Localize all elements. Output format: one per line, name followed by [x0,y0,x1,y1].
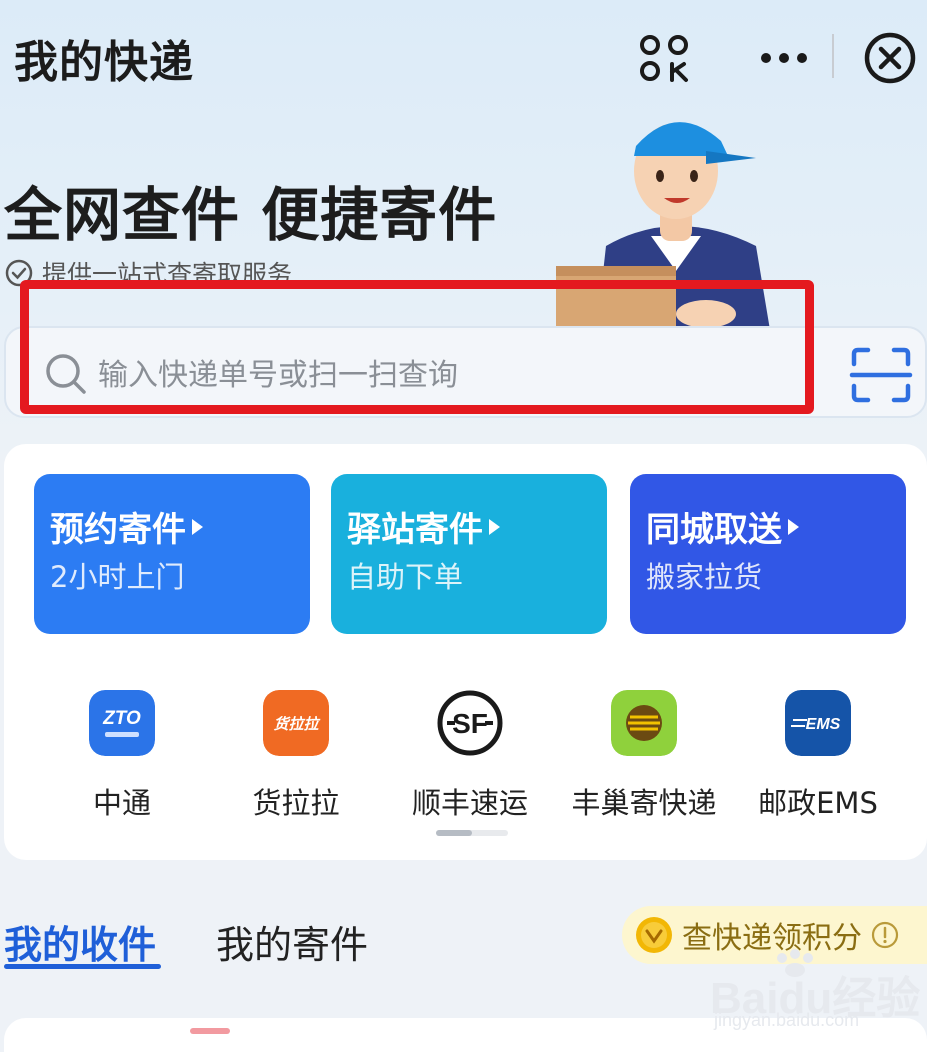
service-tile-same-city[interactable]: 同城取送 搬家拉货 [630,474,906,634]
service-title-text: 驿站寄件 [347,510,483,550]
more-dot [797,53,807,63]
tab-active-underline [4,964,161,969]
carrier-name: 顺丰速运 [411,786,528,820]
service-title: 驿站寄件 [347,502,500,551]
hero-subline-text: 提供一站式查寄取服务 [42,260,293,289]
caret-right-icon [489,518,500,535]
service-subtitle: 搬家拉货 [646,560,763,594]
capsule-divider [832,34,834,78]
watermark-url: jingyan.baidu.com [714,1010,860,1030]
caret-right-icon [192,518,203,535]
carrier-ems[interactable]: EMS 邮政EMS [730,690,906,820]
more-dot [761,53,771,63]
check-circle-icon [5,259,33,287]
service-tile-station[interactable]: 驿站寄件 自助下单 [331,474,607,634]
carrier-name: 中通 [92,786,151,820]
hive-box-logo-icon [611,690,677,756]
service-title: 预约寄件 [50,502,203,551]
svg-text:ZTO: ZTO [102,708,141,729]
courier-illustration [556,122,771,336]
search-input[interactable] [98,348,798,402]
carrier-huolala[interactable]: 货拉拉 货拉拉 [208,690,384,820]
page-indicator-fill [436,830,472,836]
scan-icon[interactable] [848,346,914,404]
page-title: 我的快递 [14,37,194,88]
scan-code-icon[interactable] [634,30,694,86]
huolala-logo-icon: 货拉拉 [263,690,329,756]
svg-text:SF: SF [452,708,488,739]
search-icon [46,354,86,394]
service-title-text: 预约寄件 [50,510,186,550]
svg-text:货拉拉: 货拉拉 [273,715,320,733]
search-bar[interactable] [4,326,927,418]
carrier-sf[interactable]: SF 顺丰速运 [382,690,558,820]
services-card: 预约寄件 2小时上门 驿站寄件 自助下单 同城取送 搬家拉货 ZTO 中通 货拉… [4,444,927,860]
title-bar: 我的快递 [0,0,927,110]
service-subtitle: 2小时上门 [50,560,185,594]
service-tile-scheduled[interactable]: 预约寄件 2小时上门 [34,474,310,634]
info-icon[interactable] [870,920,900,950]
hero-headline: 全网查件 便捷寄件 [4,181,498,249]
more-dot [779,53,789,63]
page-indicator [436,830,508,836]
close-icon[interactable] [862,30,918,86]
hero-subline: 提供一站式查寄取服务 [4,256,292,290]
watermark: Baidu经验 jingyan.baidu.com [708,948,927,1036]
service-subtitle: 自助下单 [347,560,464,594]
carrier-name: 货拉拉 [252,786,340,820]
ems-logo-icon: EMS [785,690,851,756]
service-title: 同城取送 [646,502,799,551]
svg-text:EMS: EMS [806,716,841,733]
carrier-name: 邮政EMS [758,786,878,820]
carrier-name: 丰巢寄快递 [571,786,717,820]
caret-right-icon [788,518,799,535]
service-title-text: 同城取送 [646,510,782,550]
tab-my-received[interactable]: 我的收件 [4,914,156,969]
carrier-hive-box[interactable]: 丰巢寄快递 [556,690,732,820]
carrier-zto[interactable]: ZTO 中通 [34,690,210,820]
tab-my-sent[interactable]: 我的寄件 [216,914,368,969]
coin-icon [636,917,672,953]
sf-logo-icon: SF [437,690,503,756]
zto-logo-icon: ZTO [89,690,155,756]
more-icon[interactable] [752,38,816,78]
list-peek-mark [190,1028,230,1034]
